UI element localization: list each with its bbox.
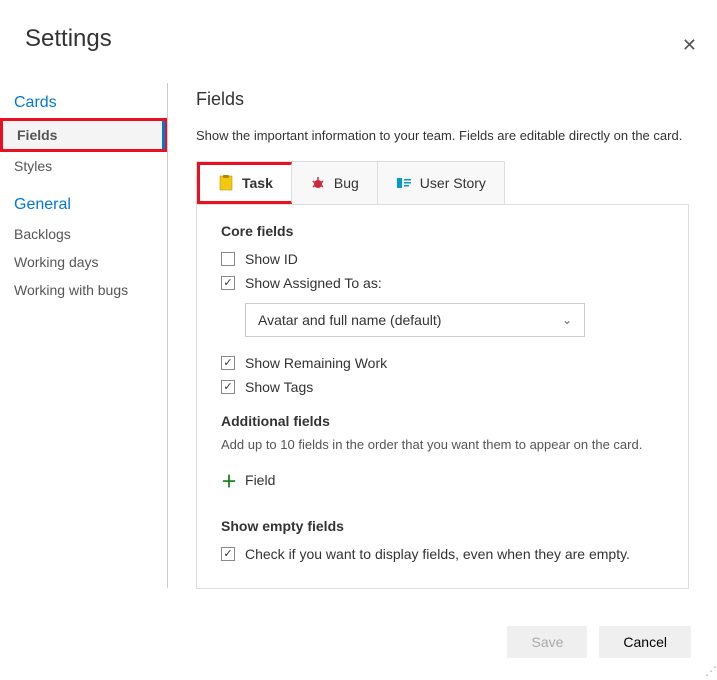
checkbox-icon[interactable] xyxy=(221,252,235,266)
sidebar-section-cards: Cards xyxy=(0,88,167,118)
tab-label: Bug xyxy=(334,175,359,191)
content-panel: Fields Show the important information to… xyxy=(168,83,717,588)
sidebar-item-backlogs[interactable]: Backlogs xyxy=(0,220,167,248)
additional-fields-label: Additional fields xyxy=(221,413,664,429)
user-story-icon xyxy=(396,175,412,191)
content-description: Show the important information to your t… xyxy=(196,128,689,143)
sidebar-item-label: Styles xyxy=(14,158,52,174)
checkbox-icon[interactable] xyxy=(221,276,235,290)
content-heading: Fields xyxy=(196,89,689,110)
empty-fields-row[interactable]: Check if you want to display fields, eve… xyxy=(221,542,664,566)
fields-panel: Core fields Show ID Show Assigned To as:… xyxy=(196,204,689,589)
checkbox-label: Show ID xyxy=(245,251,298,267)
assigned-to-select[interactable]: Avatar and full name (default) ⌄ xyxy=(245,303,585,337)
bug-icon xyxy=(310,175,326,191)
tab-label: User Story xyxy=(420,175,486,191)
sidebar-item-label: Fields xyxy=(17,127,57,143)
select-value: Avatar and full name (default) xyxy=(258,312,441,328)
sidebar-item-working-bugs[interactable]: Working with bugs xyxy=(0,276,167,304)
cancel-button[interactable]: Cancel xyxy=(599,626,691,658)
save-button[interactable]: Save xyxy=(507,626,587,658)
sidebar-item-styles[interactable]: Styles xyxy=(0,152,167,180)
sidebar-item-label: Backlogs xyxy=(14,226,71,242)
task-icon xyxy=(218,175,234,191)
sidebar-item-label: Working days xyxy=(14,254,99,270)
core-fields-label: Core fields xyxy=(221,223,664,239)
show-assigned-row[interactable]: Show Assigned To as: xyxy=(221,271,664,295)
plus-icon: ＋ xyxy=(221,468,237,492)
checkbox-icon[interactable] xyxy=(221,547,235,561)
show-remaining-row[interactable]: Show Remaining Work xyxy=(221,351,664,375)
tab-bug[interactable]: Bug xyxy=(292,162,378,204)
tab-task[interactable]: Task xyxy=(197,162,292,204)
page-title: Settings xyxy=(25,25,717,53)
settings-sidebar: Cards Fields Styles General Backlogs Wor… xyxy=(0,83,168,588)
sidebar-item-label: Working with bugs xyxy=(14,282,128,298)
checkbox-label: Show Tags xyxy=(245,379,313,395)
fields-tabs: Task Bug User Story xyxy=(196,161,505,204)
sidebar-item-working-days[interactable]: Working days xyxy=(0,248,167,276)
checkbox-label: Show Remaining Work xyxy=(245,355,387,371)
resize-grip-icon[interactable]: ⋰ xyxy=(705,664,715,678)
checkbox-label: Show Assigned To as: xyxy=(245,275,382,291)
tab-user-story[interactable]: User Story xyxy=(378,162,504,204)
show-id-row[interactable]: Show ID xyxy=(221,247,664,271)
add-field-label: Field xyxy=(245,472,275,488)
sidebar-item-fields[interactable]: Fields xyxy=(0,118,167,152)
tab-label: Task xyxy=(242,175,273,191)
sidebar-section-general: General xyxy=(0,190,167,220)
checkbox-icon[interactable] xyxy=(221,356,235,370)
additional-fields-desc: Add up to 10 fields in the order that yo… xyxy=(221,437,664,452)
checkbox-icon[interactable] xyxy=(221,380,235,394)
empty-fields-label: Show empty fields xyxy=(221,518,664,534)
checkbox-label: Check if you want to display fields, eve… xyxy=(245,546,630,562)
chevron-down-icon: ⌄ xyxy=(562,313,572,327)
dialog-footer: Save Cancel xyxy=(507,626,691,658)
close-icon[interactable]: ✕ xyxy=(682,35,697,56)
add-field-button[interactable]: ＋ Field xyxy=(221,464,275,496)
show-tags-row[interactable]: Show Tags xyxy=(221,375,664,399)
